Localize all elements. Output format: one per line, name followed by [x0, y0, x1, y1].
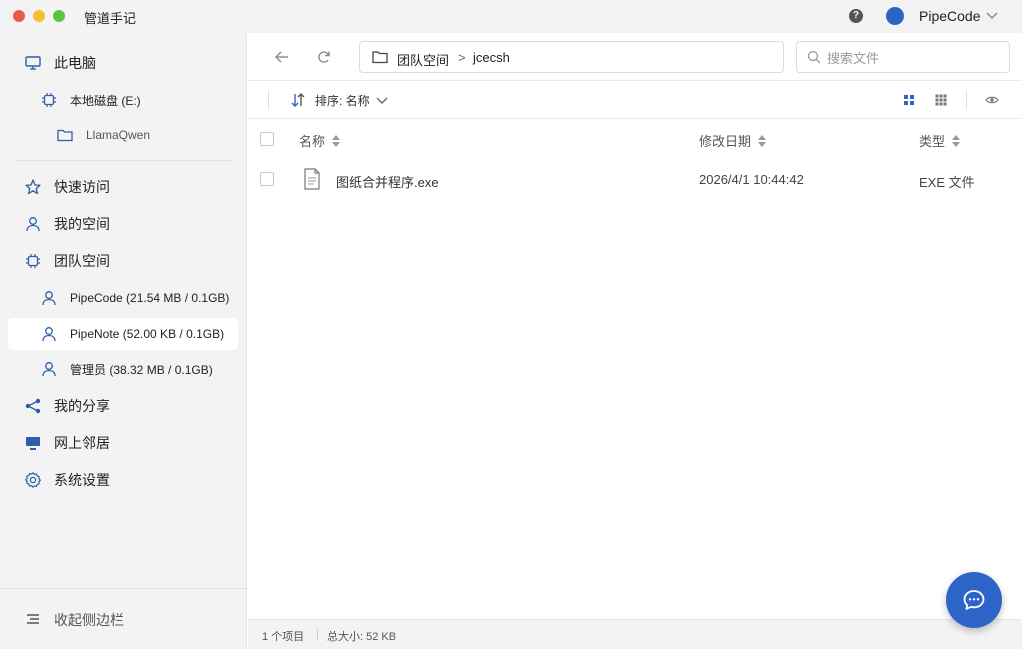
sidebar-item-admin[interactable]: 管理员 (38.32 MB / 0.1GB)	[8, 353, 238, 385]
sidebar-item-label: 管理员 (38.32 MB / 0.1GB)	[70, 362, 213, 377]
chevron-down-icon[interactable]	[376, 93, 388, 107]
sort-arrows-icon	[332, 134, 341, 147]
minimize-window-button[interactable]	[33, 10, 45, 22]
sidebar-item-team-space[interactable]: 团队空间	[8, 245, 238, 277]
breadcrumb-item[interactable]: jcecsh	[473, 50, 510, 65]
column-header-label: 名称	[299, 134, 326, 149]
sidebar-item-label: 团队空间	[54, 253, 110, 269]
maximize-window-button[interactable]	[53, 10, 65, 22]
divider	[268, 91, 269, 109]
row-checkbox[interactable]	[260, 172, 274, 186]
chip-icon	[24, 252, 42, 270]
main-panel: 团队空间 > jcecsh 排序: 名称 名称 修改日期 类型	[248, 33, 1022, 649]
breadcrumb-item[interactable]: 团队空间	[397, 50, 449, 69]
gear-icon	[24, 471, 42, 489]
collapse-sidebar-label: 收起侧边栏	[54, 612, 124, 628]
chat-bubble-icon	[963, 590, 985, 610]
chat-button[interactable]	[946, 572, 1002, 628]
sidebar-item-llamaqwen[interactable]: LlamaQwen	[8, 119, 238, 151]
user-icon	[40, 325, 58, 343]
sort-arrows-icon	[952, 134, 961, 147]
file-type: EXE 文件	[919, 175, 975, 190]
question-circle-icon[interactable]: ?	[849, 9, 863, 23]
sidebar-item-quick-access[interactable]: 快速访问	[8, 171, 238, 203]
column-header-name[interactable]: 名称	[299, 131, 341, 150]
app-title: 管道手记	[84, 11, 137, 26]
column-header-date[interactable]: 修改日期	[699, 131, 767, 150]
breadcrumb-separator: >	[458, 50, 466, 65]
sort-icon[interactable]	[290, 91, 306, 109]
menu-lines-icon	[24, 610, 42, 628]
sidebar-item-pipenote[interactable]: PipeNote (52.00 KB / 0.1GB)	[8, 318, 238, 350]
search-icon	[807, 50, 821, 64]
sidebar-item-label: 我的分享	[54, 398, 110, 414]
column-header-label: 类型	[919, 134, 946, 149]
refresh-icon[interactable]	[314, 47, 334, 67]
table-header: 名称 修改日期 类型	[248, 119, 1022, 159]
breadcrumb[interactable]: 团队空间 > jcecsh	[359, 41, 784, 73]
sidebar-item-pipecode[interactable]: PipeCode (21.54 MB / 0.1GB)	[8, 282, 238, 314]
chevron-down-icon[interactable]	[986, 8, 998, 22]
folder-icon	[372, 51, 388, 64]
divider	[317, 629, 318, 641]
sidebar-item-label: PipeCode (21.54 MB / 0.1GB)	[70, 291, 230, 305]
table-row[interactable]: 图纸合并程序.exe 2026/4/1 10:44:42 EXE 文件	[248, 159, 1022, 201]
status-bar: 1 个项目 总大小: 52 KB	[248, 619, 1022, 649]
file-name[interactable]: 图纸合并程序.exe	[336, 172, 439, 191]
sidebar-item-label: LlamaQwen	[86, 128, 151, 142]
sidebar-item-label: 此电脑	[54, 55, 96, 71]
sort-arrows-icon	[758, 134, 767, 147]
sidebar: 此电脑 本地磁盘 (E:) LlamaQwen 快速访问 我的空间 团队空间 P…	[0, 33, 247, 649]
folder-icon	[56, 126, 74, 144]
sidebar-divider	[0, 588, 247, 589]
sidebar-item-label: 快速访问	[54, 179, 110, 195]
sort-bar: 排序: 名称	[248, 81, 1022, 119]
total-size: 总大小: 52 KB	[327, 631, 397, 643]
chip-icon	[40, 91, 58, 109]
sidebar-item-label: 网上邻居	[54, 435, 110, 451]
column-header-type[interactable]: 类型	[919, 131, 961, 150]
star-icon	[24, 178, 42, 196]
sidebar-item-my-share[interactable]: 我的分享	[8, 390, 238, 422]
document-icon	[304, 168, 320, 190]
sidebar-item-label: 我的空间	[54, 216, 110, 232]
share-icon	[24, 397, 42, 415]
sidebar-item-settings[interactable]: 系统设置	[8, 464, 238, 496]
column-header-label: 修改日期	[699, 134, 752, 149]
select-all-checkbox[interactable]	[260, 132, 274, 146]
sidebar-item-label: 系统设置	[54, 472, 110, 488]
sidebar-item-network[interactable]: 网上邻居	[8, 427, 238, 459]
title-bar: 管道手记 ? PipeCode	[0, 0, 1022, 33]
collapse-sidebar-button[interactable]: 收起侧边栏	[8, 603, 238, 635]
monitor-icon	[24, 54, 42, 72]
search-box[interactable]	[796, 41, 1010, 73]
sidebar-item-label: PipeNote (52.00 KB / 0.1GB)	[70, 327, 225, 341]
sidebar-item-local-disk[interactable]: 本地磁盘 (E:)	[8, 84, 238, 116]
close-window-button[interactable]	[13, 10, 25, 22]
user-avatar[interactable]	[886, 7, 904, 25]
large-grid-view-icon[interactable]	[903, 94, 915, 106]
user-icon	[24, 215, 42, 233]
sort-label[interactable]: 排序: 名称	[315, 92, 370, 109]
sidebar-item-this-pc[interactable]: 此电脑	[8, 47, 238, 79]
user-icon	[40, 289, 58, 307]
back-arrow-icon[interactable]	[272, 47, 292, 67]
small-grid-view-icon[interactable]	[935, 94, 947, 106]
user-icon	[40, 360, 58, 378]
search-input[interactable]	[827, 48, 997, 68]
user-name[interactable]: PipeCode	[919, 8, 981, 24]
file-date: 2026/4/1 10:44:42	[699, 172, 804, 187]
divider	[966, 91, 967, 109]
sidebar-divider	[16, 160, 232, 161]
sidebar-item-my-space[interactable]: 我的空间	[8, 208, 238, 240]
network-monitor-icon	[24, 434, 42, 452]
sidebar-item-label: 本地磁盘 (E:)	[70, 93, 141, 108]
eye-icon[interactable]	[985, 93, 999, 107]
item-count: 1 个项目	[262, 631, 305, 643]
